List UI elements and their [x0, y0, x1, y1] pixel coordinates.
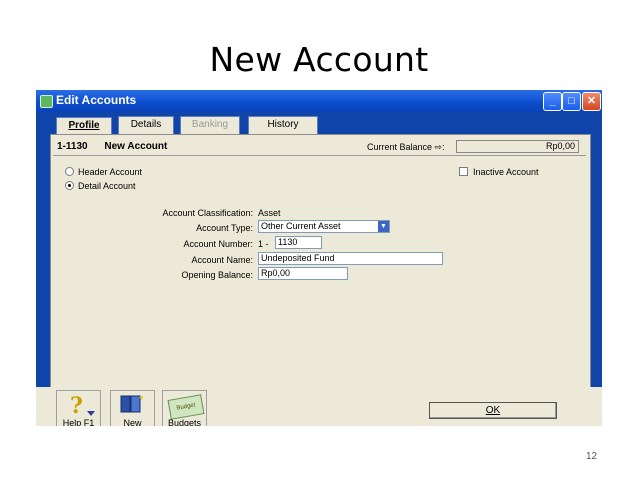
account-number-label: Account Number:: [183, 239, 253, 249]
edit-accounts-window: Edit Accounts _ □ ✕ Profile Details Bank…: [36, 90, 602, 426]
header-account-radio[interactable]: Header Account: [65, 167, 142, 177]
new-ledger-icon: [120, 395, 143, 413]
help-label: Help F1: [62, 418, 95, 426]
divider: [53, 155, 586, 156]
account-number-display: 1-1130: [57, 141, 88, 152]
close-button[interactable]: ✕: [582, 92, 601, 111]
app-icon: [40, 95, 53, 108]
account-name-display: New Account: [104, 141, 168, 152]
checkbox-icon: [459, 167, 468, 176]
account-type-select[interactable]: Other Current Asset ▼: [258, 220, 390, 233]
header-account-label: Header Account: [78, 167, 143, 177]
current-balance-field: Rp0,00: [456, 140, 579, 153]
minimize-button[interactable]: _: [543, 92, 562, 111]
slide-number: 12: [586, 451, 598, 462]
account-number-prefix: 1 -: [258, 239, 269, 249]
inactive-account-label: Inactive Account: [473, 167, 539, 177]
help-arrow-icon: [87, 411, 95, 416]
help-icon: ?: [70, 393, 83, 419]
profile-panel: 1-1130 New Account Current Balance ⇨: Rp…: [50, 134, 591, 388]
account-name-input[interactable]: Undeposited Fund: [258, 252, 443, 265]
current-balance-label: Current Balance ⇨:: [367, 142, 445, 152]
budgets-button[interactable]: Budget Budgets: [162, 390, 207, 426]
account-number-input[interactable]: 1130: [275, 236, 322, 249]
window-title: Edit Accounts: [56, 93, 137, 107]
radio-selected-icon: [65, 181, 74, 190]
budgets-label: Budgets: [167, 418, 202, 426]
account-name-label: Account Name:: [191, 255, 253, 265]
budget-icon: Budget: [167, 394, 205, 420]
dropdown-arrow-icon[interactable]: ▼: [378, 221, 389, 232]
account-heading: 1-1130 New Account: [57, 141, 167, 152]
maximize-button[interactable]: □: [562, 92, 581, 111]
bottom-toolbar: ? Help F1 New Budget Budgets OK: [36, 387, 602, 426]
help-button[interactable]: ? Help F1: [56, 390, 101, 426]
tab-banking[interactable]: Banking: [180, 116, 240, 134]
title-bar: Edit Accounts _ □ ✕: [36, 90, 602, 112]
new-button[interactable]: New: [110, 390, 155, 426]
opening-balance-input[interactable]: Rp0,00: [258, 267, 348, 280]
radio-unselected-icon: [65, 167, 74, 176]
detail-account-label: Detail Account: [78, 181, 136, 191]
slide-title: New Account: [209, 40, 429, 79]
tab-history[interactable]: History: [248, 116, 318, 134]
account-type-label: Account Type:: [196, 223, 253, 233]
classification-value: Asset: [258, 208, 281, 218]
inactive-account-checkbox[interactable]: Inactive Account: [459, 167, 539, 177]
detail-account-radio[interactable]: Detail Account: [65, 181, 136, 191]
new-label: New: [123, 418, 142, 426]
classification-label: Account Classification:: [162, 208, 253, 218]
opening-balance-label: Opening Balance:: [181, 270, 253, 280]
ok-button[interactable]: OK: [429, 402, 557, 419]
account-type-value: Other Current Asset: [261, 221, 341, 231]
tab-details[interactable]: Details: [118, 116, 174, 134]
